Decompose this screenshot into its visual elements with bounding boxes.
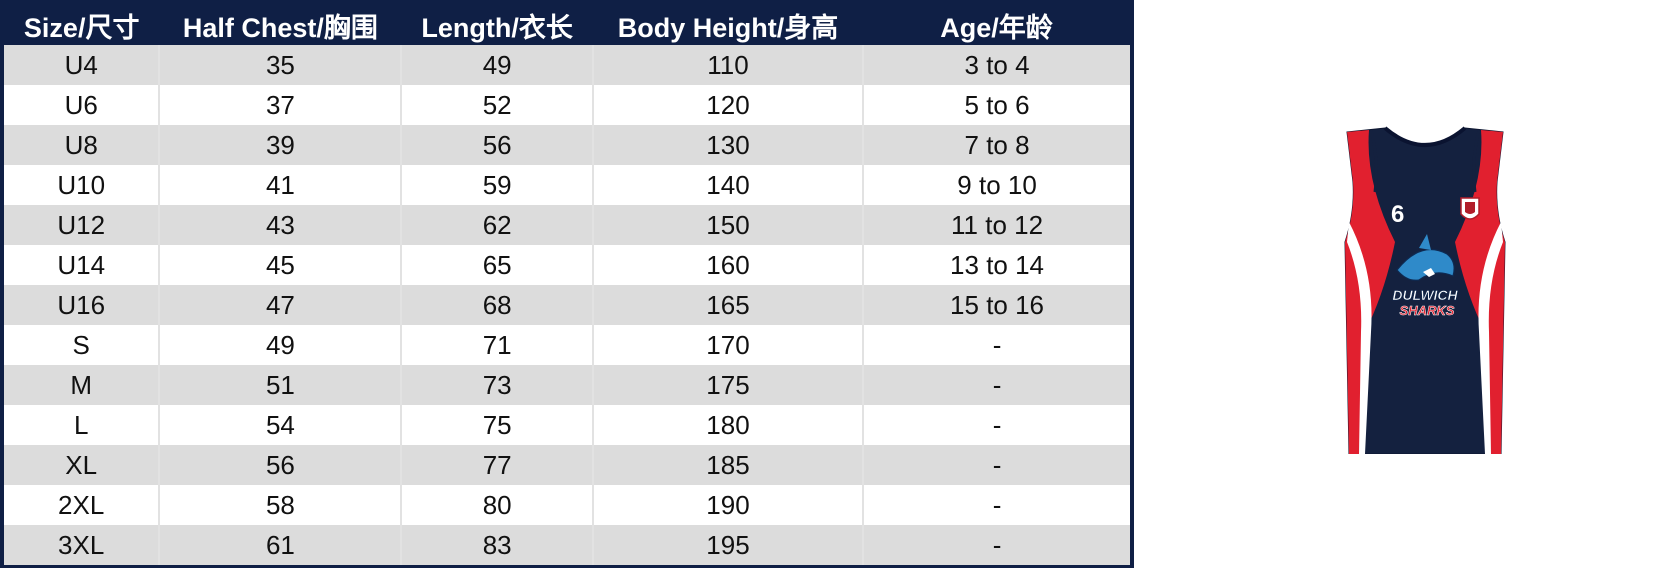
cell-body-height: 185 [591,445,865,485]
cell-half-chest: 43 [158,205,403,245]
cell-age: - [862,405,1130,445]
table-header: Size/尺寸 Half Chest/胸围 Length/衣长 Body Hei… [4,6,1130,45]
header-half-chest: Half Chest/胸围 [159,6,402,45]
cell-body-height: 175 [591,365,865,405]
cell-half-chest: 58 [158,485,403,525]
cell-size: U12 [4,205,161,245]
cell-body-height: 190 [591,485,865,525]
table-row: 2XL 58 80 190- [4,485,1130,525]
cell-size: L [4,405,161,445]
cell-half-chest: 37 [158,85,403,125]
cell-age: 7 to 8 [862,125,1130,165]
table-row: L 54 75 180- [4,405,1130,445]
cell-length: 75 [400,405,594,445]
cell-body-height: 170 [591,325,865,365]
cell-size: U10 [4,165,161,205]
cell-half-chest: 51 [158,365,403,405]
cell-age: - [862,325,1130,365]
header-row: Size/尺寸 Half Chest/胸围 Length/衣长 Body Hei… [4,6,1130,45]
cell-body-height: 165 [591,285,865,325]
table-body: U4 35 49 110 3 to 4 U6 37 52 120 5 to 6 U8 39 56 130 7… [4,45,1130,565]
cell-half-chest: 47 [158,285,403,325]
cell-half-chest: 56 [158,445,403,485]
cell-size: U4 [4,45,161,85]
cell-age: 5 to 6 [862,85,1130,125]
table-row: U6 37 52 120 5 to 6 [4,85,1130,125]
cell-length: 65 [400,245,594,285]
cell-body-height: 180 [591,405,865,445]
table-row: U14 45 65 160 13 to 14 [4,245,1130,285]
cell-body-height: 110 [591,45,865,85]
cell-length: 52 [400,85,594,125]
size-chart-page: Size/尺寸 Half Chest/胸围 Length/衣长 Body Hei… [0,0,1678,568]
cell-body-height: 130 [591,125,865,165]
cell-half-chest: 49 [158,325,403,365]
table-row: S 49 71 170- [4,325,1130,365]
table-row: XL 56 77 185- [4,445,1130,485]
crest-icon [1460,197,1480,220]
cell-half-chest: 61 [158,525,403,565]
cell-size: U6 [4,85,161,125]
cell-body-height: 140 [591,165,865,205]
cell-size: 3XL [4,525,161,565]
size-chart-table-frame: Size/尺寸 Half Chest/胸围 Length/衣长 Body Hei… [0,0,1134,568]
logo-text-line2: SHARKS [1400,303,1455,318]
cell-length: 73 [400,365,594,405]
cell-body-height: 150 [591,205,865,245]
cell-age: - [862,485,1130,525]
header-size: Size/尺寸 [4,6,160,45]
table-row: 3XL 61 83 195- [4,525,1130,565]
cell-half-chest: 41 [158,165,403,205]
table-row: U10 41 59 140 9 to 10 [4,165,1130,205]
cell-age: 15 to 16 [862,285,1130,325]
cell-size: U8 [4,125,161,165]
cell-length: 68 [400,285,594,325]
cell-length: 77 [400,445,594,485]
table-row: M 51 73 175- [4,365,1130,405]
table-row: U4 35 49 110 3 to 4 [4,45,1130,85]
cell-size: 2XL [4,485,161,525]
cell-age: - [862,445,1130,485]
cell-length: 80 [400,485,594,525]
cell-length: 62 [400,205,594,245]
cell-size: XL [4,445,161,485]
cell-age: - [862,525,1130,565]
cell-size: U14 [4,245,161,285]
table-row: U16 47 68 165 15 to 16 [4,285,1130,325]
table-row: U8 39 56 130 7 to 8 [4,125,1130,165]
cell-half-chest: 54 [158,405,403,445]
cell-age: 9 to 10 [862,165,1130,205]
jersey-image: 6 DULWICH SHARKS [1335,122,1515,455]
cell-length: 56 [400,125,594,165]
cell-age: 3 to 4 [862,45,1130,85]
cell-size: M [4,365,161,405]
jersey-graphic: 6 DULWICH SHARKS [1344,126,1506,455]
cell-body-height: 160 [591,245,865,285]
cell-length: 59 [400,165,594,205]
header-age: Age/年龄 [863,6,1130,45]
cell-age: - [862,365,1130,405]
jersey-number: 6 [1391,201,1404,228]
cell-length: 49 [400,45,594,85]
logo-text-line1: DULWICH [1392,287,1458,303]
cell-body-height: 195 [591,525,865,565]
cell-age: 11 to 12 [862,205,1130,245]
cell-half-chest: 39 [158,125,403,165]
header-length: Length/衣长 [401,6,593,45]
cell-half-chest: 45 [158,245,403,285]
cell-body-height: 120 [591,85,865,125]
cell-length: 71 [400,325,594,365]
cell-half-chest: 35 [158,45,403,85]
table-row: U12 43 62 150 11 to 12 [4,205,1130,245]
cell-size: U16 [4,285,161,325]
cell-age: 13 to 14 [862,245,1130,285]
cell-length: 83 [400,525,594,565]
cell-size: S [4,325,161,365]
header-body-height: Body Height/身高 [592,6,864,45]
size-chart-table: Size/尺寸 Half Chest/胸围 Length/衣长 Body Hei… [4,6,1130,565]
